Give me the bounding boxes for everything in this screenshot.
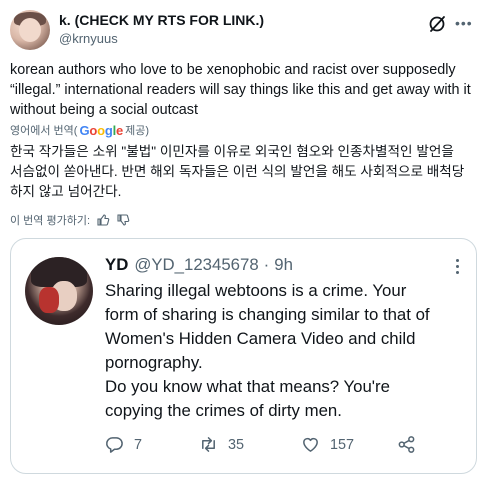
reply-count: 7	[134, 436, 143, 453]
reply-button[interactable]: 7	[105, 435, 142, 454]
repost-count: 35	[228, 436, 245, 453]
quote-line: pornography.	[105, 353, 203, 372]
tweet-header: k. (CHECK MY RTS FOR LINK.) @krnyuus •••	[10, 10, 477, 50]
quote-author-handle[interactable]: @YD_12345678	[134, 255, 258, 275]
quote-line: Women's Hidden Camera Video and child	[105, 329, 416, 348]
tweet-line: korean authors who love to be xenophobic…	[10, 62, 456, 78]
tweet-line: “illegal.” international readers will sa…	[10, 82, 471, 98]
translation-line: 서슴없이 쏟아낸다. 반면 해외 독자들은 이런 식의 발언을 해도 사회적으로…	[10, 164, 465, 179]
like-count: 157	[330, 436, 355, 453]
reply-icon	[106, 437, 123, 453]
quote-author-name[interactable]: YD	[105, 255, 128, 275]
rate-translation: 이 번역 평가하기:	[10, 212, 130, 228]
translated-suffix: 제공)	[125, 125, 149, 137]
quote-line: form of sharing is changing similar to t…	[105, 305, 430, 324]
repost-button[interactable]: 35	[199, 435, 244, 454]
like-button[interactable]: 157	[301, 435, 354, 454]
translation-text: 한국 작가들은 소위 "불법" 이민자를 이유로 외국인 혐오와 인종차별적인 …	[10, 142, 480, 202]
thumbs-down-icon[interactable]	[116, 213, 130, 227]
avatar[interactable]	[10, 10, 50, 50]
quote-timestamp[interactable]: 9h	[274, 255, 293, 275]
tweet-line: without being a social outcast	[10, 102, 198, 118]
quote-text: Sharing illegal webtoons is a crime. You…	[105, 279, 473, 423]
author-handle[interactable]: @krnyuus	[59, 31, 118, 46]
more-icon[interactable]: •••	[455, 16, 473, 30]
quote-header: YD @YD_12345678 · 9h	[105, 255, 293, 275]
quote-line: Sharing illegal webtoons is a crime. You…	[105, 281, 407, 300]
repost-icon	[202, 437, 215, 452]
grok-icon[interactable]	[427, 14, 447, 34]
tweet-text: korean authors who love to be xenophobic…	[10, 60, 480, 120]
google-logo: Google	[79, 122, 124, 138]
quote-line: Do you know what that means? You're	[105, 377, 390, 396]
quote-actions: 7 35 157	[105, 435, 465, 459]
translated-prefix: 영어에서 번역(	[10, 125, 78, 137]
translated-by-label[interactable]: 영어에서 번역( Google 제공)	[10, 122, 149, 138]
more-icon[interactable]	[456, 259, 462, 277]
share-button[interactable]	[397, 435, 426, 454]
author-name[interactable]: k. (CHECK MY RTS FOR LINK.)	[59, 12, 264, 28]
translation-line: 한국 작가들은 소위 "불법" 이민자를 이유로 외국인 혐오와 인종차별적인 …	[10, 144, 454, 159]
thumbs-up-icon[interactable]	[96, 213, 110, 227]
translation-line: 하지 않고 넘어간다.	[10, 184, 122, 199]
share-icon	[398, 436, 415, 453]
quote-avatar[interactable]	[25, 257, 93, 325]
separator-dot: ·	[263, 255, 270, 274]
like-icon	[303, 437, 318, 452]
rate-label: 이 번역 평가하기:	[10, 215, 91, 227]
quote-line: copying the crimes of dirty men.	[105, 401, 342, 420]
quoted-tweet[interactable]: YD @YD_12345678 · 9h Sharing illegal web…	[10, 238, 477, 474]
